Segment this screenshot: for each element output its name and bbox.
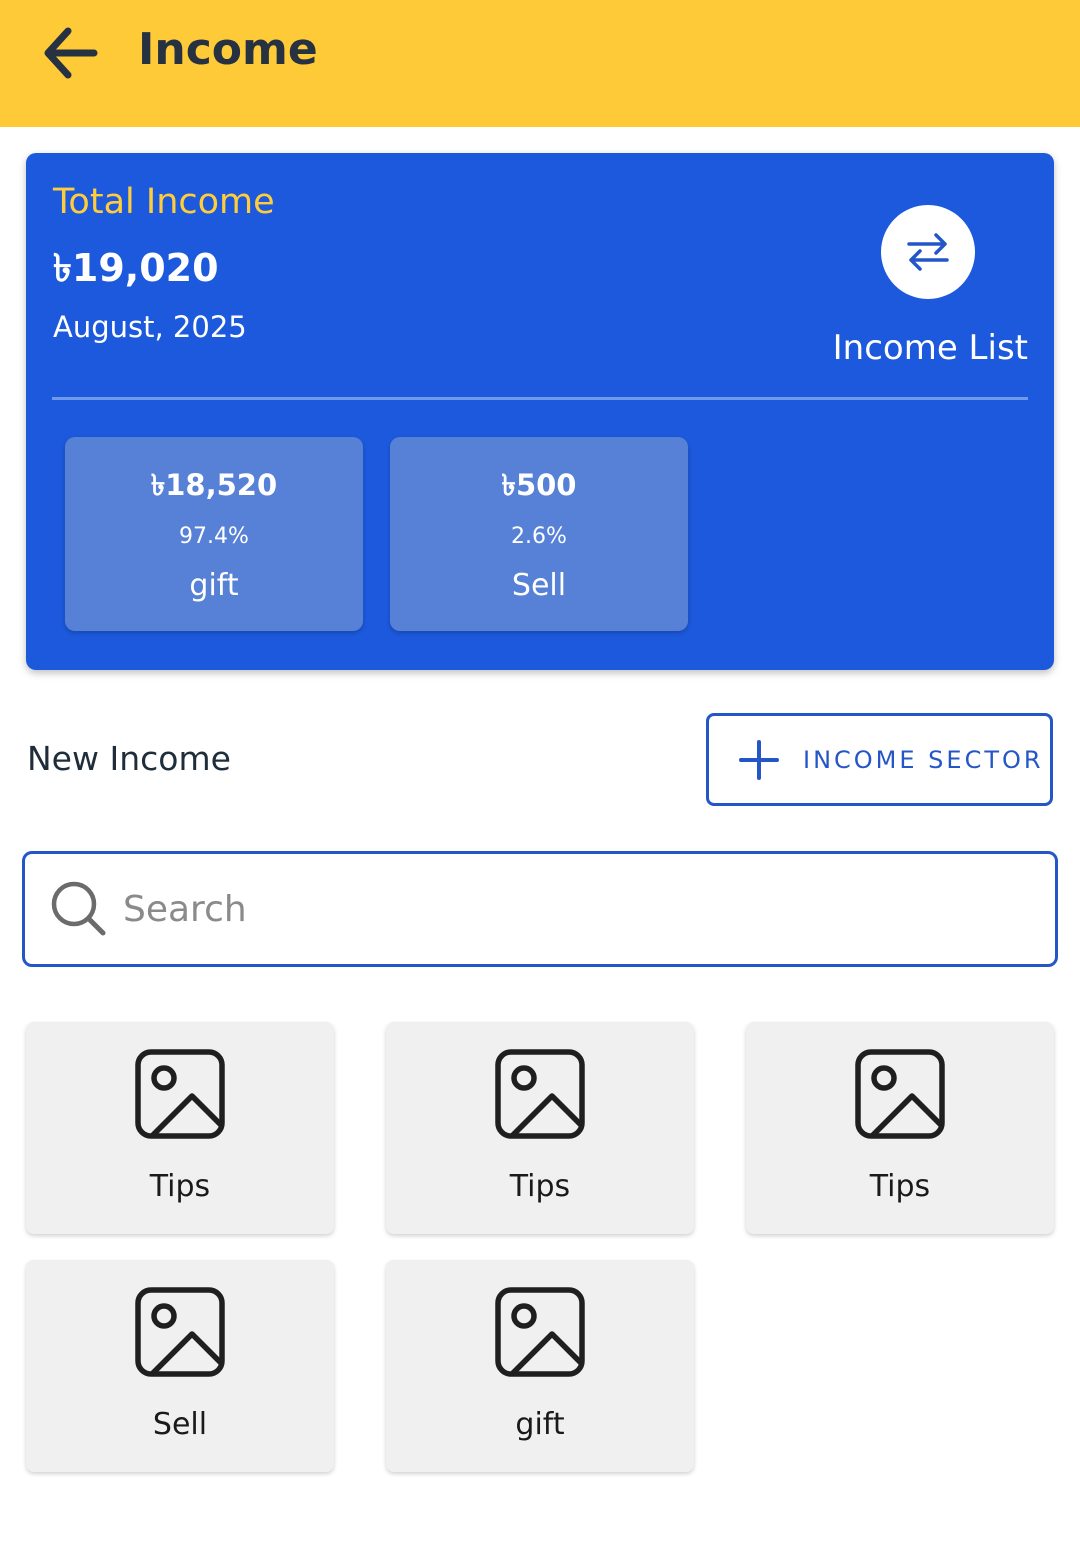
total-income-month: August, 2025 bbox=[53, 310, 247, 344]
add-income-sector-button[interactable]: INCOME SECTOR bbox=[706, 713, 1053, 806]
search-input[interactable] bbox=[123, 888, 1003, 930]
back-button[interactable] bbox=[30, 18, 110, 88]
new-income-heading: New Income bbox=[27, 739, 231, 778]
image-placeholder-icon bbox=[135, 1287, 225, 1377]
category-label: Sell bbox=[152, 1407, 208, 1442]
category-tile-tips[interactable]: Tips bbox=[386, 1022, 694, 1234]
search-field[interactable] bbox=[22, 851, 1058, 967]
swap-arrows-icon bbox=[907, 233, 949, 271]
category-label: Tips bbox=[509, 1169, 571, 1204]
category-label: gift bbox=[515, 1407, 565, 1442]
category-tile-tips[interactable]: Tips bbox=[746, 1022, 1054, 1234]
stat-name: Sell bbox=[511, 568, 567, 603]
image-placeholder-icon bbox=[495, 1049, 585, 1139]
total-income-card: Total Income ৳19,020 August, 2025 Income… bbox=[26, 153, 1054, 670]
image-placeholder-icon bbox=[855, 1049, 945, 1139]
category-label: Tips bbox=[149, 1169, 211, 1204]
category-tile-sell[interactable]: Sell bbox=[26, 1260, 334, 1472]
stat-amount: ৳500 bbox=[501, 468, 577, 502]
total-income-amount: ৳19,020 bbox=[53, 246, 219, 290]
total-income-label: Total Income bbox=[53, 182, 275, 222]
app-bar: Income bbox=[0, 0, 1080, 127]
search-icon bbox=[51, 881, 106, 936]
stat-box-sell: ৳500 2.6% Sell bbox=[390, 437, 688, 631]
add-income-sector-label: INCOME SECTOR bbox=[803, 745, 1044, 774]
arrow-left-icon bbox=[44, 27, 98, 79]
category-label: Tips bbox=[869, 1169, 931, 1204]
stat-box-gift: ৳18,520 97.4% gift bbox=[65, 437, 363, 631]
stat-amount: ৳18,520 bbox=[150, 468, 278, 502]
stat-percent: 97.4% bbox=[179, 524, 249, 549]
income-list-button[interactable] bbox=[881, 205, 975, 299]
category-tile-gift[interactable]: gift bbox=[386, 1260, 694, 1472]
plus-icon bbox=[739, 739, 779, 780]
card-divider bbox=[52, 397, 1028, 400]
page-title: Income bbox=[138, 24, 318, 75]
category-tile-tips[interactable]: Tips bbox=[26, 1022, 334, 1234]
income-list-label[interactable]: Income List bbox=[833, 327, 1028, 369]
stat-percent: 2.6% bbox=[511, 524, 567, 549]
image-placeholder-icon bbox=[495, 1287, 585, 1377]
image-placeholder-icon bbox=[135, 1049, 225, 1139]
stat-name: gift bbox=[189, 568, 239, 603]
